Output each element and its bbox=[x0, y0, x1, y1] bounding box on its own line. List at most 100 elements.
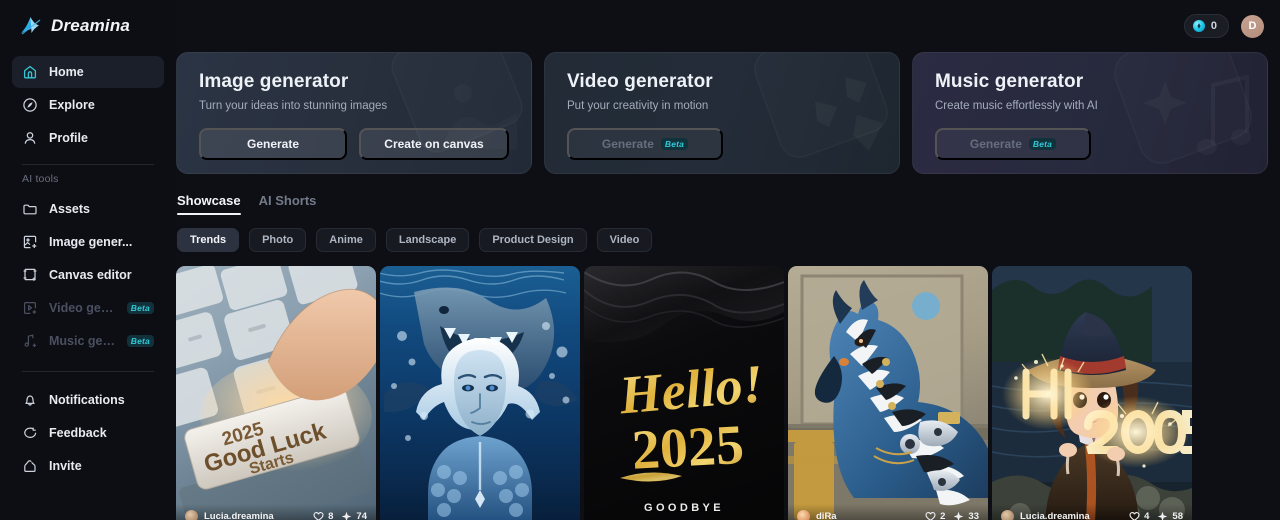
overlay-goodbye-text: GOODBYE bbox=[644, 502, 724, 514]
image-generate-icon bbox=[22, 234, 38, 250]
music-generate-button[interactable]: Generate Beta bbox=[935, 128, 1091, 160]
chip-product-design[interactable]: Product Design bbox=[479, 228, 587, 252]
like-stat[interactable]: 8 bbox=[313, 511, 333, 520]
card-subtitle: Put your creativity in motion bbox=[567, 100, 709, 112]
button-label: Generate bbox=[246, 137, 300, 151]
credits-badge[interactable]: 0 bbox=[1183, 14, 1229, 38]
content-tabs: Showcase AI Shorts bbox=[176, 193, 1280, 215]
generation-stat[interactable]: 58 bbox=[1157, 511, 1183, 520]
showcase-gallery: 2025 Good Luck Starts Lucia.dreamina 8 7… bbox=[176, 266, 1280, 520]
sidebar-item-profile[interactable]: Profile bbox=[12, 122, 164, 154]
chip-anime[interactable]: Anime bbox=[316, 228, 376, 252]
button-label: Create on canvas bbox=[384, 137, 484, 151]
sidebar-group-title: AI tools bbox=[22, 173, 59, 185]
sidebar-divider-2 bbox=[22, 371, 154, 372]
tab-showcase[interactable]: Showcase bbox=[177, 193, 241, 215]
button-label: Generate bbox=[601, 137, 654, 151]
sidebar-item-home[interactable]: Home bbox=[12, 56, 164, 88]
sparkle-icon bbox=[342, 511, 352, 520]
sidebar-primary-nav: Home Explore Profile bbox=[12, 56, 164, 154]
like-count: 8 bbox=[328, 510, 334, 520]
heart-icon bbox=[313, 511, 324, 520]
chip-landscape[interactable]: Landscape bbox=[385, 228, 470, 252]
sidebar-item-notifications[interactable]: Notifications bbox=[12, 384, 164, 416]
sidebar-item-label: Image gener... bbox=[49, 235, 133, 249]
gallery-tile[interactable]: Lucia.dreamina 4 58 bbox=[992, 266, 1192, 520]
canvas-icon bbox=[22, 267, 38, 283]
compass-icon bbox=[22, 97, 38, 113]
gallery-tile[interactable]: Hello! 2025 GOODBYE bbox=[584, 266, 784, 520]
chip-label: Trends bbox=[190, 234, 227, 246]
sidebar-item-canvas-editor[interactable]: Canvas editor bbox=[12, 259, 164, 291]
dreamina-app: Dreamina Home Explore Profile AI tools A… bbox=[0, 0, 1280, 520]
gallery-tile[interactable] bbox=[380, 266, 580, 520]
music-generate-icon bbox=[22, 333, 38, 349]
button-label: Generate bbox=[969, 137, 1022, 151]
card-video-generator: Video generator Put your creativity in m… bbox=[544, 52, 900, 174]
create-on-canvas-button[interactable]: Create on canvas bbox=[359, 128, 509, 160]
author-name: Lucia.dreamina bbox=[1020, 510, 1090, 520]
sidebar: Dreamina Home Explore Profile AI tools A… bbox=[0, 0, 176, 520]
sidebar-item-explore[interactable]: Explore bbox=[12, 89, 164, 121]
like-stat[interactable]: 4 bbox=[1129, 511, 1149, 520]
video-generate-icon bbox=[22, 300, 38, 316]
gallery-tile[interactable]: 2025 Good Luck Starts Lucia.dreamina 8 7… bbox=[176, 266, 376, 520]
avatar bbox=[797, 509, 810, 520]
card-actions: Generate Beta bbox=[935, 128, 1245, 160]
brand-name: Dreamina bbox=[51, 16, 131, 35]
beta-badge: Beta bbox=[660, 138, 689, 150]
chip-video[interactable]: Video bbox=[596, 228, 653, 252]
sidebar-divider-1 bbox=[22, 164, 154, 165]
generation-count: 74 bbox=[356, 510, 367, 520]
beta-badge: Beta bbox=[126, 335, 154, 347]
card-music-generator: Music generator Create music effortlessl… bbox=[912, 52, 1268, 174]
generation-stat[interactable]: 74 bbox=[341, 511, 367, 520]
tile-stats: 2 33 bbox=[925, 511, 979, 520]
brand[interactable]: Dreamina bbox=[12, 0, 164, 52]
card-subtitle: Turn your ideas into stunning images bbox=[199, 100, 388, 112]
card-title: Music generator bbox=[935, 71, 1084, 92]
generator-cards: Image generator Turn your ideas into stu… bbox=[176, 52, 1280, 174]
tile-footer: diRa 2 33 bbox=[788, 504, 988, 520]
tile-author[interactable]: Lucia.dreamina bbox=[185, 509, 307, 520]
keyboard-good-luck-2025-image: 2025 Good Luck Starts bbox=[176, 266, 376, 520]
tile-stats: 8 74 bbox=[313, 511, 367, 520]
card-actions: Generate Beta bbox=[567, 128, 877, 160]
svg-text:2025: 2025 bbox=[630, 414, 745, 482]
sidebar-item-music-generator[interactable]: Music gener... Beta bbox=[12, 325, 164, 357]
tile-author[interactable]: Lucia.dreamina bbox=[1001, 509, 1123, 520]
tile-footer: Lucia.dreamina 4 58 bbox=[992, 504, 1192, 520]
credit-coin-icon bbox=[1192, 20, 1205, 32]
like-count: 2 bbox=[940, 510, 946, 520]
sidebar-item-label: Invite bbox=[49, 459, 82, 473]
card-title: Video generator bbox=[567, 71, 713, 92]
like-stat[interactable]: 2 bbox=[925, 511, 945, 520]
chip-photo[interactable]: Photo bbox=[249, 228, 307, 252]
sidebar-item-feedback[interactable]: Feedback bbox=[12, 417, 164, 449]
mechanical-zebra-painting-image bbox=[788, 266, 988, 520]
sidebar-item-invite[interactable]: Invite bbox=[12, 450, 164, 482]
chip-label: Landscape bbox=[398, 234, 457, 246]
card-subtitle: Create music effortlessly with AI bbox=[935, 100, 1098, 112]
image-generate-button[interactable]: Generate bbox=[199, 128, 347, 160]
svg-text:Hello!: Hello! bbox=[616, 353, 766, 425]
video-generate-button[interactable]: Generate Beta bbox=[567, 128, 723, 160]
heart-icon bbox=[1129, 511, 1140, 520]
like-count: 4 bbox=[1144, 510, 1150, 520]
heart-icon bbox=[925, 511, 936, 520]
generation-count: 33 bbox=[968, 510, 979, 520]
sidebar-item-label: Notifications bbox=[49, 393, 125, 407]
beta-badge: Beta bbox=[1028, 138, 1057, 150]
generation-stat[interactable]: 33 bbox=[953, 511, 979, 520]
sidebar-item-image-generator[interactable]: Image gener... bbox=[12, 226, 164, 258]
sidebar-item-assets[interactable]: Assets bbox=[12, 193, 164, 225]
chip-trends[interactable]: Trends bbox=[177, 228, 240, 252]
invite-icon bbox=[22, 458, 38, 474]
sidebar-item-video-generator[interactable]: Video gener... Beta bbox=[12, 292, 164, 324]
card-image-generator: Image generator Turn your ideas into stu… bbox=[176, 52, 532, 174]
gallery-tile[interactable]: diRa 2 33 bbox=[788, 266, 988, 520]
sidebar-item-label: Music gener... bbox=[49, 334, 116, 348]
tile-author[interactable]: diRa bbox=[797, 509, 919, 520]
avatar[interactable]: D bbox=[1241, 14, 1264, 38]
tab-ai-shorts[interactable]: AI Shorts bbox=[259, 193, 317, 215]
